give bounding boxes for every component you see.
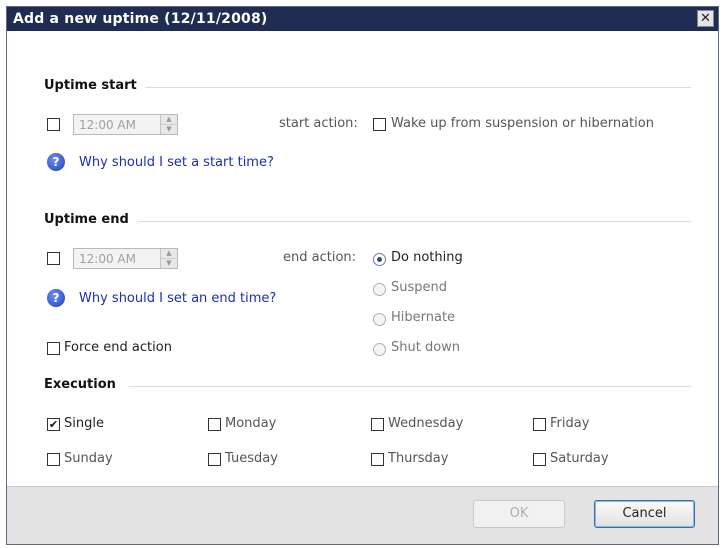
thursday-checkbox[interactable] (371, 453, 384, 466)
start-time-value: 12:00 AM (79, 118, 136, 132)
checkmark-icon: ✔ (48, 418, 59, 431)
dialog-content: Uptime start 12:00 AM ▲ ▼ start action: … (7, 31, 718, 486)
uptime-start-enable-checkbox[interactable] (47, 118, 60, 131)
end-time-picker[interactable]: 12:00 AM ▲ ▼ (73, 248, 178, 269)
thursday-label: Thursday (388, 451, 449, 466)
spin-down-icon[interactable]: ▼ (161, 125, 177, 134)
monday-label: Monday (225, 416, 277, 431)
end-action-label: end action: (283, 250, 357, 265)
radio-do-nothing[interactable] (373, 253, 386, 266)
wednesday-checkbox[interactable] (371, 418, 384, 431)
start-time-help-link[interactable]: Why should I set a start time? (79, 155, 274, 170)
wake-up-checkbox[interactable] (373, 118, 386, 131)
monday-checkbox[interactable] (208, 418, 221, 431)
wake-up-label: Wake up from suspension or hibernation (391, 116, 654, 131)
close-button[interactable]: ✕ (697, 10, 714, 27)
saturday-label: Saturday (550, 451, 609, 466)
spin-down-icon[interactable]: ▼ (161, 259, 177, 268)
cancel-button[interactable]: Cancel (594, 500, 695, 528)
friday-checkbox[interactable] (533, 418, 546, 431)
help-question-icon[interactable]: ? (47, 289, 65, 307)
spin-up-icon[interactable]: ▲ (161, 115, 177, 125)
tuesday-checkbox[interactable] (208, 453, 221, 466)
end-time-spinner[interactable]: ▲ ▼ (160, 249, 177, 268)
single-checkbox[interactable]: ✔ (47, 418, 60, 431)
sunday-checkbox[interactable] (47, 453, 60, 466)
single-label: Single (64, 416, 104, 431)
radio-do-nothing-label: Do nothing (391, 250, 463, 265)
start-action-label: start action: (279, 116, 358, 131)
radio-shut-down[interactable] (373, 343, 386, 356)
uptime-start-divider (145, 87, 691, 88)
execution-header: Execution (44, 377, 116, 392)
radio-suspend[interactable] (373, 283, 386, 296)
uptime-end-header: Uptime end (44, 212, 129, 227)
dialog-footer: OK Cancel (7, 486, 718, 544)
dialog-title: Add a new uptime (12/11/2008) (13, 11, 268, 27)
title-bar[interactable]: Add a new uptime (12/11/2008) ✕ (7, 7, 718, 31)
close-icon: ✕ (700, 11, 711, 26)
start-time-picker[interactable]: 12:00 AM ▲ ▼ (73, 114, 178, 135)
force-end-action-checkbox[interactable] (47, 342, 60, 355)
end-time-help-link[interactable]: Why should I set an end time? (79, 291, 276, 306)
saturday-checkbox[interactable] (533, 453, 546, 466)
force-end-action-label: Force end action (64, 340, 172, 355)
radio-shut-down-label: Shut down (391, 340, 461, 355)
ok-button[interactable]: OK (473, 500, 565, 528)
radio-suspend-label: Suspend (391, 280, 448, 295)
spin-up-icon[interactable]: ▲ (161, 249, 177, 259)
dialog-window: Add a new uptime (12/11/2008) ✕ Uptime s… (6, 6, 719, 545)
radio-hibernate[interactable] (373, 313, 386, 326)
uptime-start-header: Uptime start (44, 78, 137, 93)
help-question-icon[interactable]: ? (47, 153, 65, 171)
execution-divider (129, 386, 691, 387)
uptime-end-enable-checkbox[interactable] (47, 252, 60, 265)
radio-hibernate-label: Hibernate (391, 310, 456, 325)
wednesday-label: Wednesday (388, 416, 464, 431)
tuesday-label: Tuesday (225, 451, 278, 466)
end-time-value: 12:00 AM (79, 252, 136, 266)
sunday-label: Sunday (64, 451, 113, 466)
start-time-spinner[interactable]: ▲ ▼ (160, 115, 177, 134)
uptime-end-divider (138, 221, 691, 222)
friday-label: Friday (550, 416, 590, 431)
